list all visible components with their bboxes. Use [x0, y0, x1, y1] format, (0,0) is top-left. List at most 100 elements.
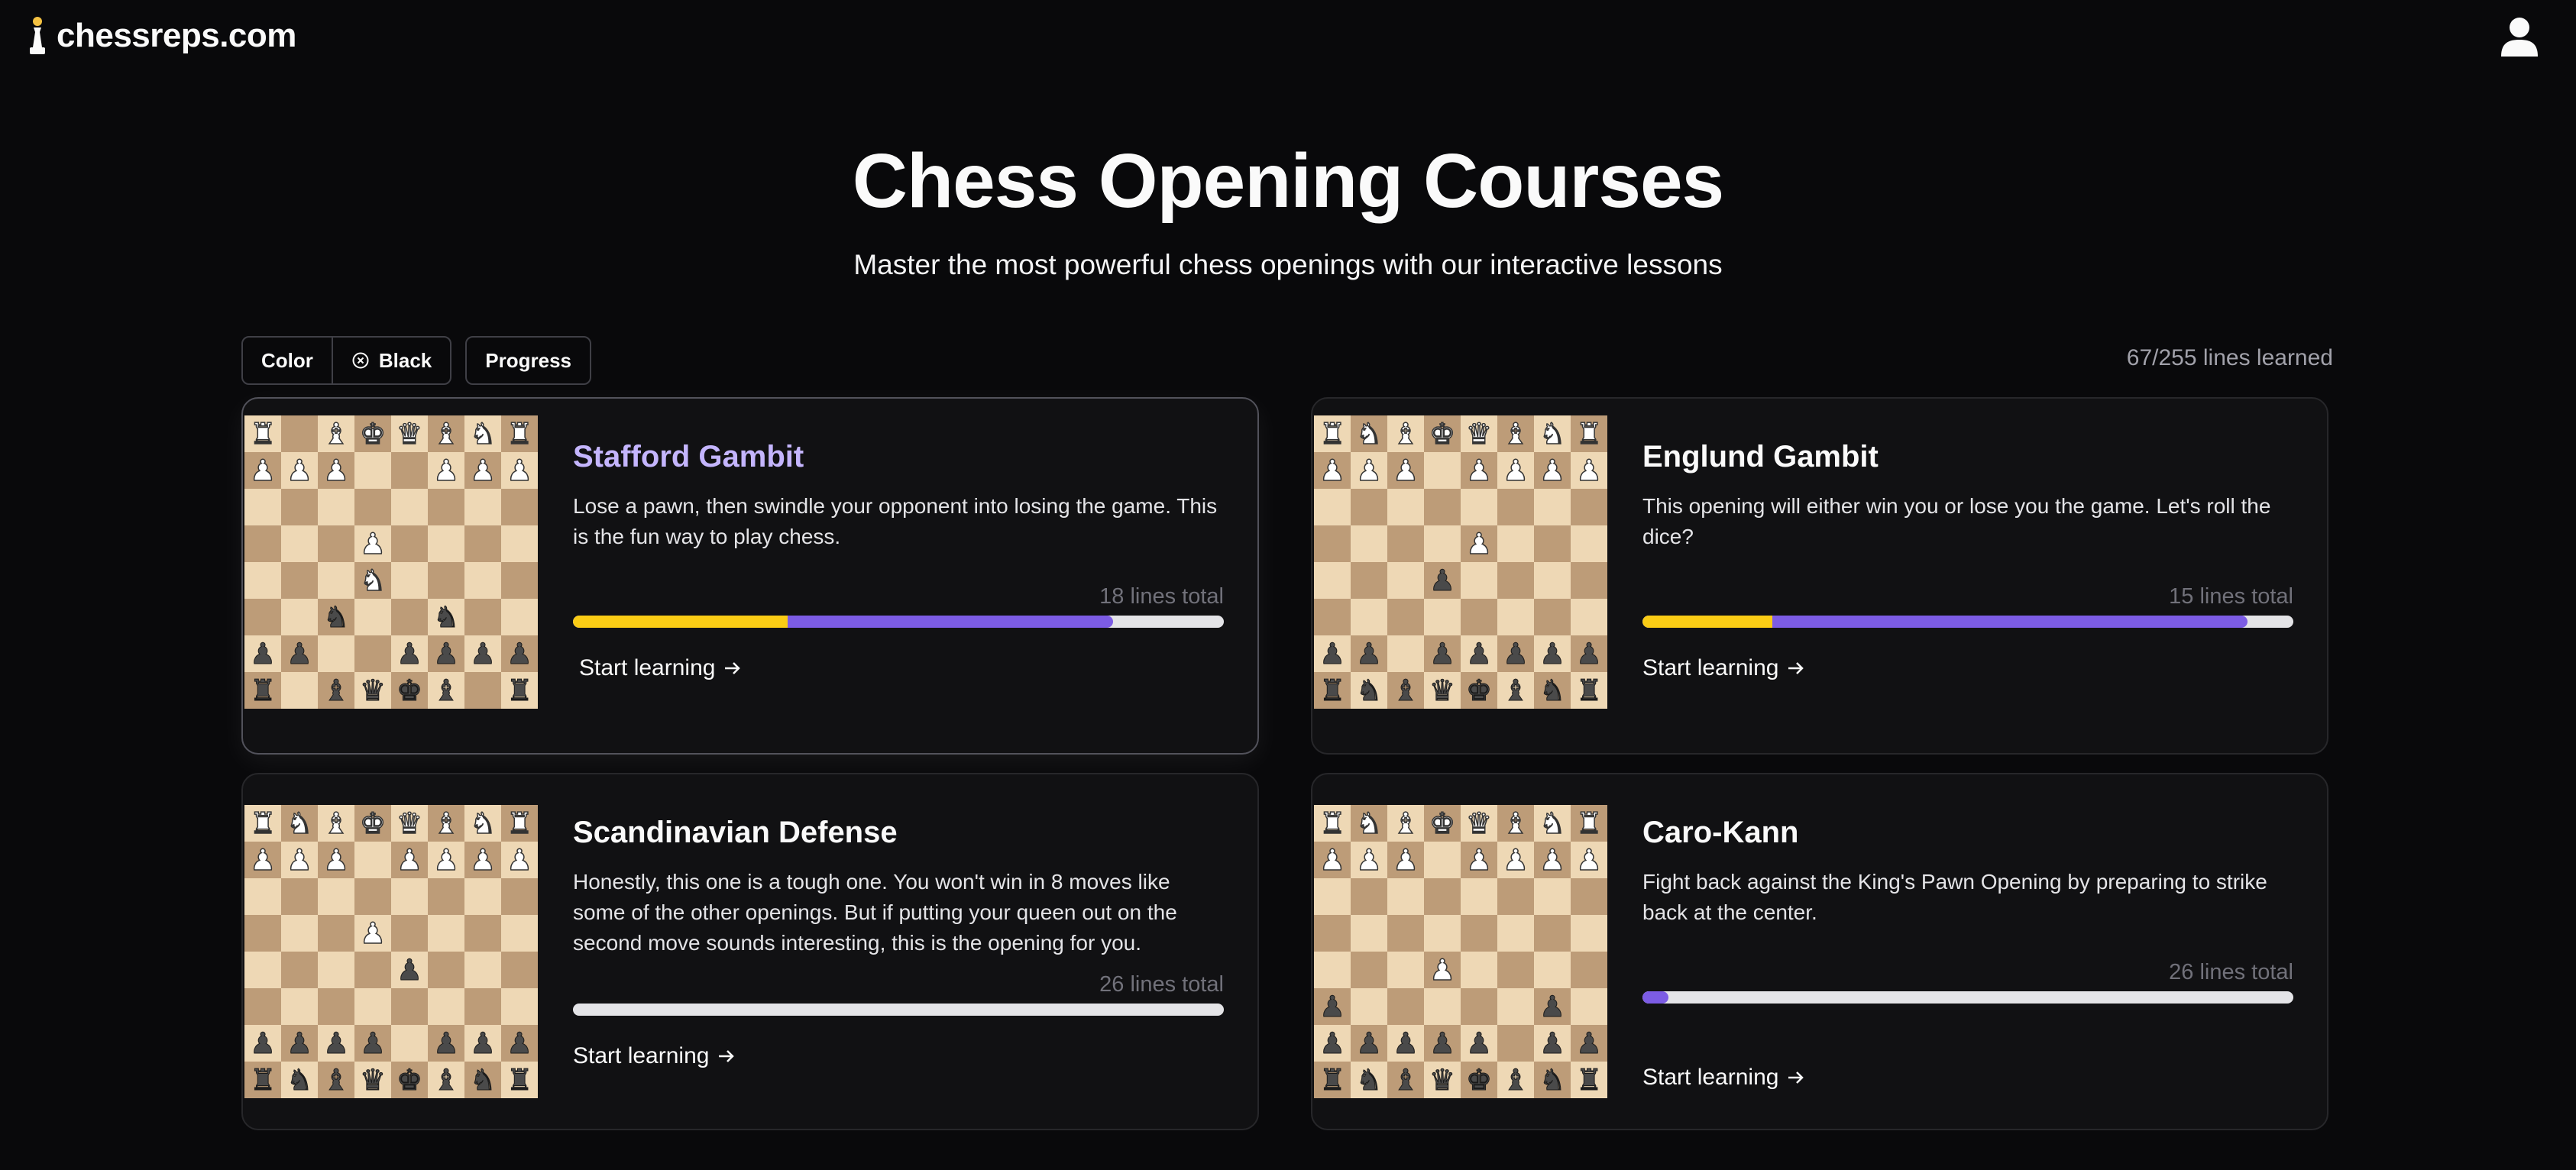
board-square [464, 599, 501, 635]
course-info: Scandinavian Defense Honestly, this one … [573, 803, 1224, 1069]
black-rook-icon: ♜ [1319, 1063, 1346, 1097]
board-square [354, 599, 391, 635]
board-square [428, 915, 464, 952]
start-learning-link[interactable]: Start learning [579, 655, 743, 681]
board-square: ♜ [1314, 415, 1351, 452]
board-square: ♟ [1571, 635, 1607, 672]
board-square: ♞ [464, 1062, 501, 1098]
board-square [354, 489, 391, 525]
board-square [464, 672, 501, 709]
board-square: ♜ [501, 415, 538, 452]
white-pawn-icon: ♟ [1465, 454, 1493, 487]
user-account-button[interactable] [2498, 15, 2541, 58]
board-square [281, 988, 318, 1025]
opening-board: ♜ ♞ ♝ ♚ ♛ ♝ ♞ ♜ ♟ ♟ ♟ ♟ ♟ ♟ ♟ ♟ ♟ ♟ ♟ ♟ ♟ ♟ ♟ ♟ ♟ ♜ ♞ ♝ ♛ ♚ ♝ ♞ ♜ [1314, 805, 1607, 1098]
board-square: ♝ [1387, 805, 1424, 842]
arrow-right-icon [725, 662, 741, 674]
board-square: ♜ [1571, 805, 1607, 842]
board-square [1314, 878, 1351, 915]
board-square: ♛ [1424, 1062, 1461, 1098]
board-square [1534, 878, 1571, 915]
board-square: ♟ [1461, 842, 1497, 878]
white-pawn-icon: ♟ [322, 454, 350, 487]
course-card-englund-gambit[interactable]: ♜ ♞ ♝ ♚ ♛ ♝ ♞ ♜ ♟ ♟ ♟ ♟ ♟ ♟ ♟ ♟ ♟ ♟ ♟ ♟ ♟ ♟ ♟ ♟ ♜ ♞ ♝ ♛ ♚ ♝ ♞ ♜ Englund… [1311, 397, 2328, 755]
course-title[interactable]: Caro-Kann [1642, 816, 2293, 850]
progress-filter-group: Progress [465, 336, 592, 385]
board-square [281, 878, 318, 915]
board-square [501, 878, 538, 915]
white-pawn-icon: ♟ [249, 843, 277, 877]
course-title[interactable]: Englund Gambit [1642, 440, 2293, 474]
board-square: ♟ [1424, 1025, 1461, 1062]
board-square [1497, 952, 1534, 988]
board-square: ♟ [1424, 952, 1461, 988]
board-square: ♜ [1571, 672, 1607, 709]
board-square: ♟ [1351, 842, 1387, 878]
board-square [1351, 915, 1387, 952]
white-pawn-icon: ♟ [322, 843, 350, 877]
board-square [354, 878, 391, 915]
white-pawn-icon: ♟ [469, 454, 497, 487]
board-square: ♟ [281, 452, 318, 489]
course-card-stafford-gambit[interactable]: ♜ ♝ ♚ ♛ ♝ ♞ ♜ ♟ ♟ ♟ ♟ ♟ ♟ ♟ ♞ ♞ ♞ ♟ ♟ ♟ ♟ ♟ ♟ ♜ ♝ ♛ ♚ ♝ ♜ Stafford G… [241, 397, 1259, 755]
black-bishop-icon: ♝ [1502, 674, 1529, 707]
start-learning-label: Start learning [1642, 655, 1779, 680]
white-rook-icon: ♜ [506, 417, 533, 451]
board-square: ♟ [1314, 635, 1351, 672]
board-square: ♟ [464, 452, 501, 489]
board-square [1571, 489, 1607, 525]
white-king-icon: ♚ [359, 417, 387, 451]
white-rook-icon: ♜ [1319, 806, 1346, 840]
board-square: ♜ [501, 805, 538, 842]
board-square: ♞ [1534, 805, 1571, 842]
board-square: ♟ [354, 915, 391, 952]
board-square: ♟ [1461, 525, 1497, 562]
board-square [1497, 988, 1534, 1025]
board-square: ♟ [1351, 1025, 1387, 1062]
start-learning-link[interactable]: Start learning [1642, 655, 1806, 681]
white-knight-icon: ♞ [359, 564, 387, 597]
board-square [1351, 489, 1387, 525]
board-square [391, 878, 428, 915]
course-card-caro-kann[interactable]: ♜ ♞ ♝ ♚ ♛ ♝ ♞ ♜ ♟ ♟ ♟ ♟ ♟ ♟ ♟ ♟ ♟ ♟ ♟ ♟ ♟ ♟ ♟ ♟ ♟ ♜ ♞ ♝ ♛ ♚ ♝ ♞ ♜ Caro-K… [1311, 773, 2328, 1130]
start-learning-link[interactable]: Start learning [1642, 1065, 1806, 1091]
white-pawn-icon: ♟ [249, 454, 277, 487]
board-square [1497, 878, 1534, 915]
start-learning-link[interactable]: Start learning [573, 1043, 736, 1069]
board-square: ♟ [391, 952, 428, 988]
board-square [428, 988, 464, 1025]
course-card-scandinavian-defense[interactable]: ♜ ♞ ♝ ♚ ♛ ♝ ♞ ♜ ♟ ♟ ♟ ♟ ♟ ♟ ♟ ♟ ♟ ♟ ♟ ♟ ♟ ♟ ♟ ♟ ♜ ♞ ♝ ♛ ♚ ♝ ♞ ♜ Scandin… [241, 773, 1259, 1130]
black-bishop-icon: ♝ [322, 1063, 350, 1097]
board-square: ♟ [354, 525, 391, 562]
white-bishop-icon: ♝ [1502, 806, 1529, 840]
board-square: ♟ [1534, 842, 1571, 878]
color-filter-label[interactable]: Color [243, 338, 332, 383]
board-square: ♟ [1534, 1025, 1571, 1062]
course-progress-bar [1642, 616, 2293, 628]
progress-filter-button[interactable]: Progress [467, 338, 590, 383]
board-square [1351, 988, 1387, 1025]
logo[interactable]: chessreps.com [28, 15, 296, 57]
board-square: ♟ [244, 452, 281, 489]
white-pawn-icon: ♟ [1465, 527, 1493, 561]
board-square: ♛ [1461, 805, 1497, 842]
color-filter-black[interactable]: Black [331, 338, 450, 383]
white-pawn-icon: ♟ [1502, 454, 1529, 487]
board-square [354, 842, 391, 878]
board-square [318, 635, 354, 672]
board-square [501, 988, 538, 1025]
course-title[interactable]: Stafford Gambit [573, 440, 1224, 474]
page-title: Chess Opening Courses [852, 138, 1724, 224]
board-square [244, 988, 281, 1025]
black-queen-icon: ♛ [359, 1063, 387, 1097]
board-square [1387, 489, 1424, 525]
black-pawn-icon: ♟ [1319, 637, 1346, 671]
lines-total: 26 lines total [2169, 960, 2293, 984]
course-title[interactable]: Scandinavian Defense [573, 816, 1224, 850]
board-square [1497, 1025, 1534, 1062]
black-king-icon: ♚ [396, 1063, 423, 1097]
course-description: Fight back against the King's Pawn Openi… [1642, 870, 2267, 924]
board-square: ♟ [391, 842, 428, 878]
board-square: ♛ [1424, 672, 1461, 709]
clear-circle-icon [352, 352, 369, 369]
